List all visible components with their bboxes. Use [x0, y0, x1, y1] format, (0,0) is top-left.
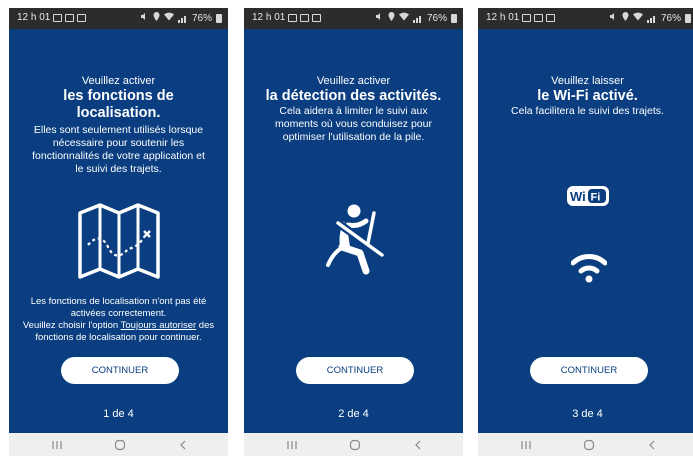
seatbelt-driver-icon — [324, 203, 388, 280]
description-line: Cela facilitera le suivi des trajets. — [511, 105, 664, 117]
app-notification-icon — [77, 14, 86, 22]
wifi-status-icon — [163, 12, 174, 24]
intro-text: Veuillez laisser — [551, 75, 624, 87]
battery-icon — [451, 13, 457, 23]
wifi-logo-fi: Fi — [591, 192, 601, 204]
back-icon[interactable] — [408, 437, 428, 453]
recents-icon[interactable] — [47, 437, 67, 453]
status-bar: 12 h 01 76% — [478, 8, 693, 29]
signal-icon — [646, 14, 657, 23]
location-icon — [153, 12, 160, 24]
phone-screen-2: 12 h 01 76% Veuillez activer la détectio… — [244, 8, 463, 456]
headline: les fonctions de localisation. — [9, 88, 228, 122]
battery-icon — [216, 13, 222, 23]
map-icon — [78, 201, 160, 286]
app-notification-icon — [312, 14, 321, 22]
continue-button[interactable]: CONTINUER — [61, 357, 179, 384]
headline-line: localisation. — [76, 105, 161, 121]
gallery-notification-icon — [288, 14, 297, 22]
android-nav-bar — [9, 433, 228, 456]
status-bar: 12 h 01 76% — [244, 8, 463, 29]
headline-line: les fonctions de — [63, 88, 174, 104]
status-time: 12 h 01 — [17, 12, 51, 23]
description-line: Cela aidera à limiter le suivi aux — [279, 105, 428, 117]
mute-icon — [375, 12, 384, 24]
signal-icon — [177, 14, 188, 23]
signal-icon — [412, 14, 423, 23]
home-icon[interactable] — [579, 437, 599, 453]
wifi-signal-icon — [570, 251, 608, 288]
description-line: le suivi des trajets. — [75, 163, 162, 175]
home-icon[interactable] — [345, 437, 365, 453]
location-warning: Les fonctions de localisation n'ont pas … — [22, 296, 215, 343]
app-notification-icon — [546, 14, 555, 22]
wifi-logo-icon: Wi Fi — [566, 185, 610, 212]
description-line: Elles sont seulement utilisés lorsque — [33, 124, 204, 136]
intro-text: Veuillez activer — [316, 75, 391, 87]
battery-percent: 76% — [660, 12, 681, 24]
back-icon[interactable] — [173, 437, 193, 453]
headline: la détection des activités. — [265, 88, 442, 104]
back-icon[interactable] — [642, 437, 662, 453]
car-notification-icon — [300, 14, 309, 22]
car-notification-icon — [65, 14, 74, 22]
phone-screen-3: 12 h 01 76% Veuillez laisser le Wi-Fi ac… — [478, 8, 693, 456]
status-time: 12 h 01 — [486, 12, 520, 23]
mute-icon — [609, 12, 618, 24]
description-line: nécessaire pour soutenir les — [52, 137, 185, 149]
gallery-notification-icon — [53, 14, 62, 22]
page-indicator: 1 de 4 — [103, 408, 134, 420]
page-indicator: 3 de 4 — [572, 408, 603, 420]
battery-percent: 76% — [426, 12, 447, 24]
description-line: optimiser l'utilisation de la pile. — [282, 131, 425, 143]
android-nav-bar — [478, 433, 693, 456]
continue-button[interactable]: CONTINUER — [296, 357, 414, 384]
description: Cela facilitera le suivi des trajets. — [484, 105, 691, 118]
battery-icon — [685, 13, 691, 23]
battery-percent: 76% — [191, 12, 212, 24]
status-time: 12 h 01 — [252, 12, 286, 23]
gallery-notification-icon — [522, 14, 531, 22]
wifi-status-icon — [398, 12, 409, 24]
description: Cela aidera à limiter le suivi aux momen… — [250, 105, 457, 144]
intro-text: Veuillez activer — [81, 75, 156, 87]
android-nav-bar — [244, 433, 463, 456]
description-line: fonctionnalités de votre application et — [32, 150, 205, 162]
description: Elles sont seulement utilisés lorsque né… — [15, 124, 222, 176]
home-icon[interactable] — [110, 437, 130, 453]
location-icon — [388, 12, 395, 24]
wifi-logo-wi: Wi — [570, 189, 586, 204]
headline: le Wi-Fi activé. — [537, 88, 638, 104]
wifi-status-icon — [632, 12, 643, 24]
description-line: moments où vous conduisez pour — [274, 118, 432, 130]
car-notification-icon — [534, 14, 543, 22]
mute-icon — [140, 12, 149, 24]
recents-icon[interactable] — [516, 437, 536, 453]
recents-icon[interactable] — [282, 437, 302, 453]
phone-screen-1: 12 h 01 76% Veuillez activer les fonctio… — [9, 8, 228, 456]
continue-button[interactable]: CONTINUER — [530, 357, 648, 384]
location-icon — [622, 12, 629, 24]
always-allow-link[interactable]: Toujours autoriser — [121, 320, 197, 331]
page-indicator: 2 de 4 — [338, 408, 369, 420]
status-bar: 12 h 01 76% — [9, 8, 228, 29]
